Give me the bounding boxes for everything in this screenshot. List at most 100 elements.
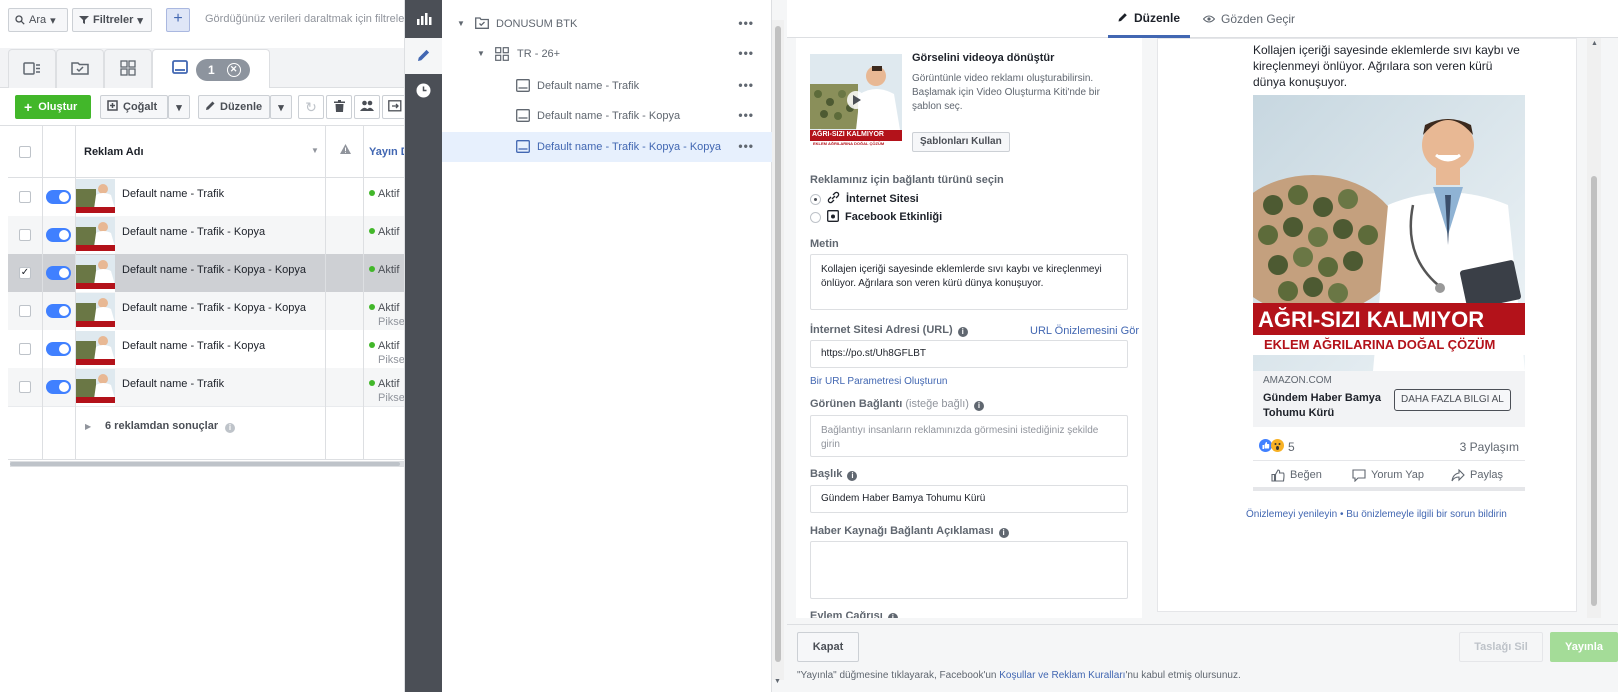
expand-caret-icon[interactable]: ▶ <box>85 422 91 431</box>
tree-item-campaign[interactable]: ▼ DONUSUM BTK ••• <box>442 9 772 39</box>
more-options-icon[interactable]: ••• <box>738 47 754 59</box>
clear-selection-icon[interactable]: ✕ <box>226 62 241 77</box>
radio-website[interactable]: İnternet Sitesi <box>810 191 919 207</box>
radio-button[interactable] <box>810 211 821 223</box>
ad-name[interactable]: Default name - Trafik - Kopya <box>122 226 265 238</box>
collapse-caret-icon[interactable]: ▼ <box>457 19 465 28</box>
table-row[interactable]: ✓ Default name - Trafik - Kopya - Kopya Ak… <box>8 254 404 293</box>
warning-icon[interactable] <box>340 144 351 157</box>
table-row[interactable]: Default name - Trafik - Kopya Aktif <box>8 216 404 255</box>
selected-count-pill[interactable]: 1 ✕ <box>196 58 250 81</box>
ad-name[interactable]: Default name - Trafik <box>122 378 224 390</box>
tab-edit[interactable]: Düzenle <box>1108 0 1191 38</box>
delete-button[interactable] <box>326 95 352 119</box>
delete-draft-button[interactable]: Taslağı Sil <box>1459 632 1543 662</box>
creative-thumbnail[interactable]: AĞRI-SIZI KALMIYOR EKLEM AĞRILARINA DOĞA… <box>810 54 902 146</box>
url-field[interactable]: https://po.st/Uh8GFLBT <box>810 340 1128 368</box>
history-button[interactable] <box>405 74 442 110</box>
column-header-ad-name[interactable]: Reklam Adı <box>84 146 144 158</box>
ad-toggle[interactable] <box>46 228 71 242</box>
ad-toggle[interactable] <box>46 304 71 318</box>
select-all-checkbox[interactable] <box>19 146 31 158</box>
terms-link[interactable]: Koşullar ve Reklam Kuralları <box>999 670 1125 681</box>
table-row[interactable]: Default name - Trafik - Kopya Aktif Piksel <box>8 330 404 369</box>
edit-dropdown-button[interactable]: ▾ <box>270 95 292 119</box>
preview-image[interactable]: AĞRI-SIZI KALMIYOR EKLEM AĞRILARINA DOĞA… <box>1253 95 1525 371</box>
info-icon[interactable]: i <box>957 327 968 337</box>
export-button[interactable] <box>382 95 404 119</box>
add-filter-button[interactable]: + <box>166 8 190 32</box>
row-checkbox[interactable] <box>19 343 31 355</box>
tab-ads-grid[interactable] <box>104 49 152 89</box>
refresh-button[interactable]: ↻ <box>298 95 324 119</box>
more-options-icon[interactable]: ••• <box>738 79 754 91</box>
sort-caret-icon[interactable]: ▼ <box>311 146 319 155</box>
create-button[interactable]: + Oluştur <box>15 95 91 119</box>
column-header-delivery[interactable]: Yayın D <box>369 146 404 158</box>
horizontal-scrollbar[interactable] <box>10 461 404 467</box>
preview-link-box[interactable]: AMAZON.COM Gündem Haber Bamya Tohumu Kür… <box>1253 371 1525 427</box>
row-checkbox[interactable] <box>19 305 31 317</box>
publish-button[interactable]: Yayınla <box>1550 632 1618 662</box>
like-action[interactable]: Beğen <box>1271 469 1322 485</box>
table-row[interactable]: Default name - Trafik Aktif <box>8 178 404 217</box>
edit-button[interactable]: Düzenle <box>198 95 270 119</box>
filters-button[interactable]: Filtreler ▾ <box>72 8 152 32</box>
text-field[interactable]: Kollajen içeriği sayesinde eklemlerde sı… <box>810 254 1128 310</box>
news-feed-description-field[interactable] <box>810 541 1128 599</box>
editor-scrollbar[interactable]: ▲ <box>1587 38 1601 618</box>
tab-campaigns[interactable] <box>8 49 56 89</box>
ad-toggle[interactable] <box>46 266 71 280</box>
radio-button[interactable] <box>810 193 821 205</box>
info-icon[interactable]: i <box>223 420 235 433</box>
scroll-up-icon[interactable]: ▲ <box>1591 40 1598 47</box>
url-preview-link[interactable]: URL Önizlemesini Gör <box>1030 325 1139 337</box>
report-problem-link[interactable]: Bu önizlemeyle ilgili bir sorun bildirin <box>1346 509 1507 520</box>
share-action[interactable]: Paylaş <box>1451 468 1503 485</box>
tab-adsets[interactable] <box>56 49 104 89</box>
edit-mode-button[interactable] <box>405 38 442 74</box>
info-icon[interactable]: i <box>847 471 858 481</box>
row-checkbox[interactable] <box>19 381 31 393</box>
close-button[interactable]: Kapat <box>797 632 859 662</box>
duplicate-dropdown-button[interactable]: ▾ <box>168 95 190 119</box>
row-checkbox[interactable] <box>19 191 31 203</box>
preview-cta-button[interactable]: DAHA FAZLA BILGI AL <box>1394 389 1511 411</box>
more-options-icon[interactable]: ••• <box>738 140 754 152</box>
filter-hint[interactable]: Gördüğünüz verileri daraltmak için filtr… <box>205 13 404 25</box>
comment-action[interactable]: Yorum Yap <box>1352 469 1424 485</box>
insights-button[interactable] <box>405 2 442 38</box>
ad-name[interactable]: Default name - Trafik - Kopya <box>122 340 265 352</box>
tree-item-ad-selected[interactable]: Default name - Trafik - Kopya - Kopya ••… <box>442 132 772 162</box>
tree-item-ad[interactable]: Default name - Trafik ••• <box>442 71 772 101</box>
collapse-caret-icon[interactable]: ▼ <box>477 49 485 58</box>
more-options-icon[interactable]: ••• <box>738 109 754 121</box>
tab-review[interactable]: Gözden Geçir <box>1193 0 1305 38</box>
ad-toggle[interactable] <box>46 342 71 356</box>
more-options-icon[interactable]: ••• <box>738 17 754 29</box>
ad-toggle[interactable] <box>46 380 71 394</box>
tree-item-ad[interactable]: Default name - Trafik - Kopya ••• <box>442 101 772 131</box>
info-icon[interactable]: i <box>887 613 898 618</box>
ad-name[interactable]: Default name - Trafik <box>122 188 224 200</box>
ad-name[interactable]: Default name - Trafik - Kopya - Kopya <box>122 302 306 314</box>
row-checkbox[interactable]: ✓ <box>19 267 31 279</box>
ad-toggle[interactable] <box>46 190 71 204</box>
duplicate-button[interactable]: Çoğalt <box>100 95 168 119</box>
radio-facebook-event[interactable]: Facebook Etkinliği <box>810 209 942 225</box>
url-params-link[interactable]: Bir URL Parametresi Oluşturun <box>810 376 947 387</box>
info-icon[interactable]: i <box>998 528 1009 538</box>
tab-ads[interactable]: 1 ✕ <box>152 49 270 89</box>
table-row[interactable]: Default name - Trafik Aktif Piksel <box>8 368 404 407</box>
headline-field[interactable]: Gündem Haber Bamya Tohumu Kürü <box>810 485 1128 513</box>
tree-scrollbar[interactable]: ▼ <box>772 20 784 685</box>
row-checkbox[interactable] <box>19 229 31 241</box>
audience-button[interactable] <box>354 95 380 119</box>
refresh-preview-link[interactable]: Önizlemeyi yenileyin <box>1246 509 1337 520</box>
tree-item-adset[interactable]: ▼ TR - 26+ ••• <box>442 39 772 69</box>
display-link-field[interactable]: Bağlantıyı insanların reklamınızda görme… <box>810 415 1128 457</box>
use-templates-button[interactable]: Şablonları Kullan <box>912 132 1010 152</box>
info-icon[interactable]: i <box>974 401 984 411</box>
scroll-down-icon[interactable]: ▼ <box>774 678 781 685</box>
search-button[interactable]: Ara ▾ <box>8 8 68 32</box>
